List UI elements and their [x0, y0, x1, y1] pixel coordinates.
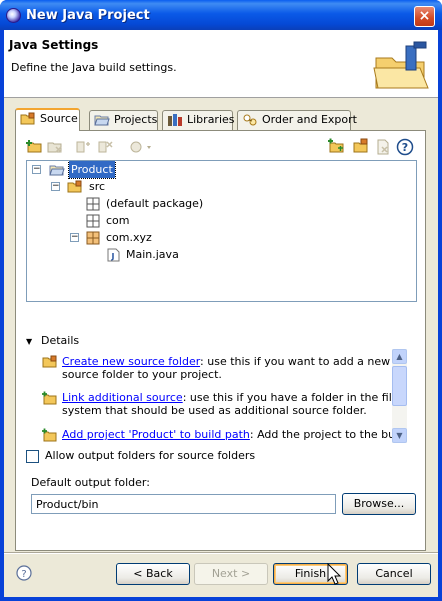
expander-product[interactable]: −: [32, 165, 41, 174]
package-icon: [86, 214, 100, 228]
project-icon: [49, 165, 65, 176]
svg-text:?: ?: [21, 569, 26, 580]
link-source-icon: [42, 391, 57, 405]
tree-node-label: Main.java: [126, 248, 179, 261]
tree-node-com[interactable]: com: [86, 212, 132, 229]
tab-libraries-label: Libraries: [187, 113, 235, 126]
details-toggle[interactable]: ▼ Details: [26, 334, 79, 347]
expander-com-xyz[interactable]: −: [70, 233, 79, 242]
java-file-icon: J: [107, 248, 120, 262]
tree-node-label: Product: [68, 161, 116, 179]
close-button[interactable]: ×: [414, 6, 435, 27]
svg-text:J: J: [111, 252, 115, 261]
help-icon[interactable]: ?: [396, 138, 414, 156]
default-output-folder-input[interactable]: [31, 494, 336, 514]
projects-icon: [94, 115, 110, 126]
libraries-icon: [168, 114, 182, 126]
tab-order-export-label: Order and Export: [262, 113, 357, 126]
back-button[interactable]: < Back: [116, 563, 190, 585]
default-output-folder-label: Default output folder:: [31, 476, 150, 489]
tree-node-label: src: [89, 180, 106, 193]
source-tree[interactable]: − Product − src (default package) com − …: [26, 160, 417, 302]
add-project-icon: [42, 428, 57, 442]
tab-order-export[interactable]: Order and Export: [237, 110, 357, 130]
help-icon[interactable]: ?: [16, 565, 32, 581]
eclipse-icon[interactable]: [6, 8, 21, 23]
create-source-folder-link[interactable]: Create new source folder: [62, 355, 200, 368]
title-bar[interactable]: New Java Project ×: [0, 0, 442, 30]
link-source-icon[interactable]: [328, 138, 346, 156]
tree-node-main-java[interactable]: J Main.java: [107, 246, 181, 263]
new-folder-icon[interactable]: [352, 138, 370, 156]
detail-text: : Add the project to the build path if: [249, 428, 404, 441]
tree-node-com-xyz[interactable]: com.xyz: [86, 229, 154, 246]
button-bar-separator: [4, 552, 438, 554]
source-folder-icon: [20, 112, 35, 125]
tab-projects-label: Projects: [114, 113, 158, 126]
include-icon[interactable]: [74, 138, 92, 156]
next-button[interactable]: Next >: [194, 563, 268, 585]
wizard-header: Java Settings Define the Java build sett…: [4, 30, 438, 98]
details-scrollbar[interactable]: ▲ ▼: [392, 349, 407, 443]
expander-src[interactable]: −: [51, 182, 60, 191]
svg-text:?: ?: [402, 141, 408, 154]
tree-node-src[interactable]: src: [67, 178, 107, 195]
add-source-folder-icon[interactable]: [26, 138, 44, 156]
details-content: Create new source folder: use this if yo…: [42, 349, 420, 445]
window-title: New Java Project: [26, 8, 150, 23]
browse-button[interactable]: Browse...: [342, 493, 416, 515]
tab-projects[interactable]: Projects: [89, 110, 158, 130]
delete-icon[interactable]: [374, 138, 392, 156]
add-project-build-path-link[interactable]: Add project 'Product' to build path: [62, 428, 250, 441]
tab-source-label: Source: [40, 112, 78, 125]
link-additional-source-link[interactable]: Link additional source: [62, 391, 183, 404]
tree-node-default-package[interactable]: (default package): [86, 195, 205, 212]
source-tab-panel: ? − Product − src (default package) com …: [15, 130, 426, 551]
configure-dropdown-icon[interactable]: [128, 138, 154, 156]
tab-source[interactable]: Source: [15, 108, 80, 131]
tree-node-label: com: [106, 214, 130, 227]
scroll-thumb[interactable]: [392, 366, 407, 406]
new-source-folder-icon: [42, 355, 57, 368]
tree-node-label: com.xyz: [106, 231, 152, 244]
page-description: Define the Java build settings.: [11, 61, 177, 74]
java-project-wizard-icon: [373, 41, 429, 89]
order-export-icon: [243, 114, 257, 126]
exclude-icon[interactable]: [96, 138, 114, 156]
cancel-button[interactable]: Cancel: [357, 563, 431, 585]
dialog-body: Java Settings Define the Java build sett…: [4, 30, 438, 597]
package-icon: [86, 231, 100, 245]
page-title: Java Settings: [9, 38, 99, 52]
allow-output-folders-label: Allow output folders for source folders: [45, 449, 256, 462]
allow-output-folders-checkbox[interactable]: [26, 450, 39, 463]
finish-button[interactable]: Finish: [273, 563, 348, 585]
remove-icon[interactable]: [46, 138, 64, 156]
scroll-up-icon[interactable]: ▲: [392, 349, 407, 364]
source-folder-icon: [67, 180, 82, 193]
window-frame-bottom: [0, 597, 442, 601]
package-icon: [86, 197, 100, 211]
window-frame-right: [438, 30, 442, 601]
collapse-arrow-icon: ▼: [26, 337, 33, 346]
scroll-down-icon[interactable]: ▼: [392, 428, 407, 443]
source-toolbar: ?: [24, 136, 418, 158]
tab-libraries[interactable]: Libraries: [162, 110, 235, 130]
details-heading: Details: [41, 334, 80, 347]
tree-node-label: (default package): [106, 197, 204, 210]
tree-node-product[interactable]: Product: [49, 161, 116, 179]
